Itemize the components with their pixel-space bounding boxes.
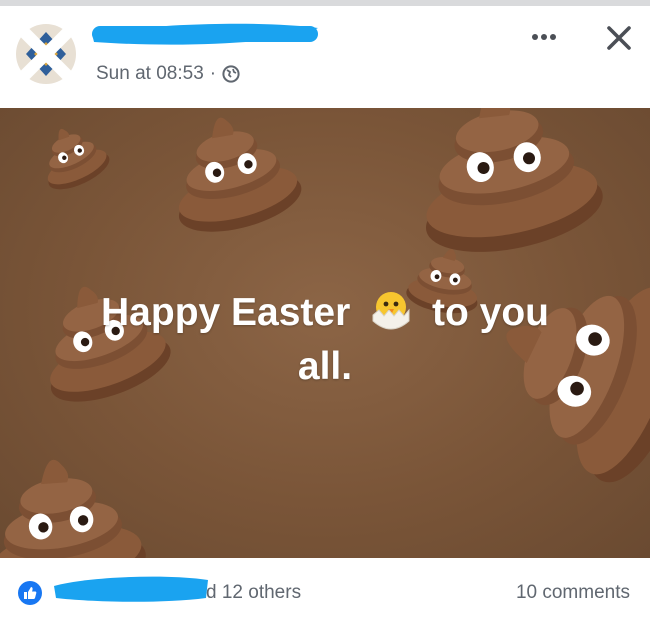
meta-separator: · (209, 63, 217, 84)
avatar[interactable] (12, 20, 80, 88)
close-icon (606, 25, 632, 56)
reactions-summary[interactable]: d 12 others (206, 582, 301, 604)
redacted-poster-name[interactable] (88, 14, 324, 54)
close-button[interactable] (600, 22, 638, 58)
post-text-line1-end: to you (431, 291, 549, 334)
globe-icon (222, 65, 240, 83)
post-timestamp[interactable]: Sun at 08:53 (96, 63, 204, 85)
post-text: Happy Easter to you all. (40, 286, 610, 394)
hatching-chick-icon (367, 287, 415, 335)
more-options-button[interactable] (526, 22, 562, 52)
like-icon[interactable] (18, 581, 42, 605)
top-divider (0, 0, 650, 6)
post-meta: Sun at 08:53 · (96, 63, 240, 85)
comments-count-link[interactable]: 10 comments (516, 582, 630, 604)
redacted-liker-name[interactable] (50, 568, 212, 608)
more-options-icon (531, 28, 557, 46)
post-text-line2: all. (297, 345, 353, 388)
post-text-line1-start: Happy Easter (101, 291, 351, 334)
post-image[interactable]: Happy Easter to you all. (0, 108, 650, 558)
